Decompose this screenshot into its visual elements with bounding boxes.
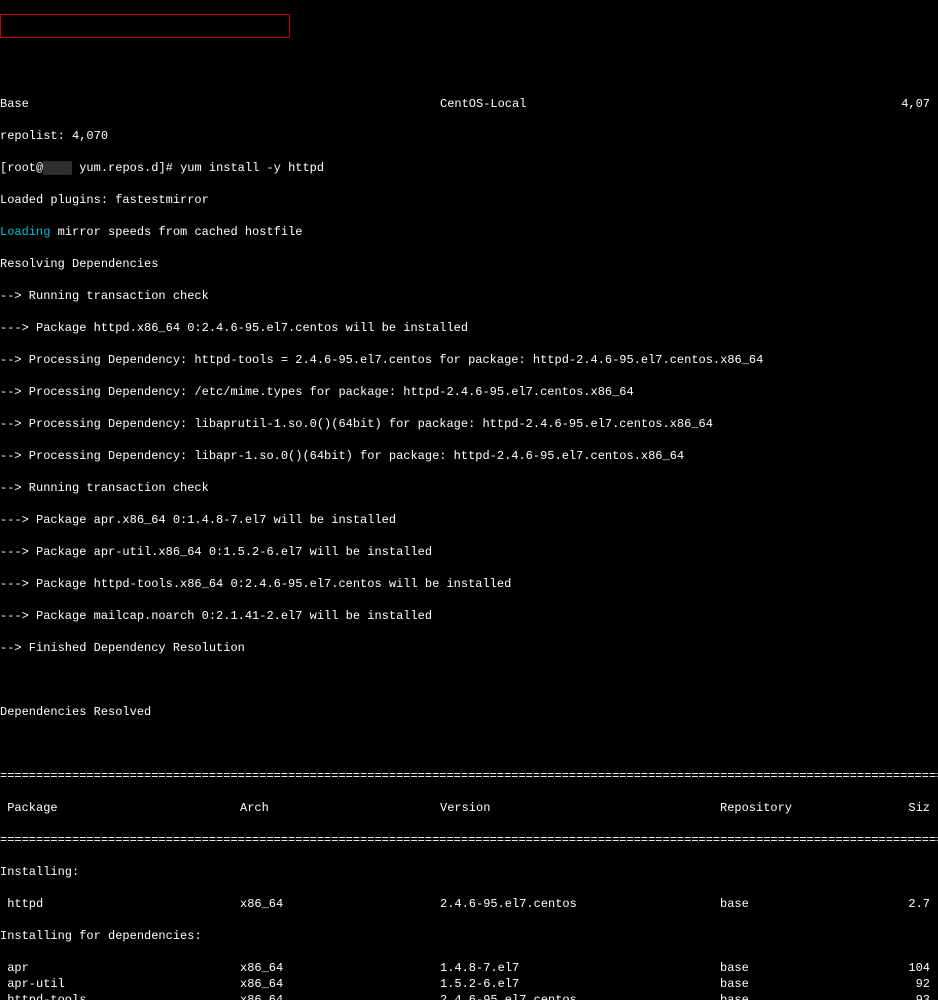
table-rows-deps: aprx86_641.4.8-7.el7base104 apr-utilx86_… [0, 960, 938, 1000]
divider: ========================================… [0, 832, 938, 848]
repolist-line: repolist: 4,070 [0, 128, 938, 144]
centos-local: CentOS-Local [440, 96, 720, 112]
highlight-box [0, 14, 290, 38]
deps-resolved: Dependencies Resolved [0, 704, 938, 720]
terminal[interactable]: BaseCentOS-Local4,07 repolist: 4,070 [ro… [0, 80, 938, 1000]
row-base: BaseCentOS-Local4,07 [0, 96, 938, 112]
table-header: PackageArchVersionRepositorySiz [0, 800, 938, 816]
table-row: httpdx86_642.4.6-95.el7.centosbase2.7 [0, 896, 938, 912]
redacted-host: ■■■■ [43, 161, 72, 175]
divider: ========================================… [0, 768, 938, 784]
command-text: yum install -y httpd [180, 161, 324, 175]
table-row: aprx86_641.4.8-7.el7base104 [0, 960, 938, 976]
table-rows-main: httpdx86_642.4.6-95.el7.centosbase2.7 [0, 896, 938, 912]
table-row: httpd-toolsx86_642.4.6-95.el7.centosbase… [0, 992, 938, 1000]
loading-mirror: Loading mirror speeds from cached hostfi… [0, 224, 938, 240]
table-row: apr-utilx86_641.5.2-6.el7base92 [0, 976, 938, 992]
resolving-deps: Resolving Dependencies [0, 256, 938, 272]
loaded-plugins: Loaded plugins: fastestmirror [0, 192, 938, 208]
base-label: Base [0, 96, 240, 112]
installing-deps-label: Installing for dependencies: [0, 928, 938, 944]
installing-label: Installing: [0, 864, 938, 880]
prompt-line: [root@■■■■ yum.repos.d]# yum install -y … [0, 160, 938, 176]
